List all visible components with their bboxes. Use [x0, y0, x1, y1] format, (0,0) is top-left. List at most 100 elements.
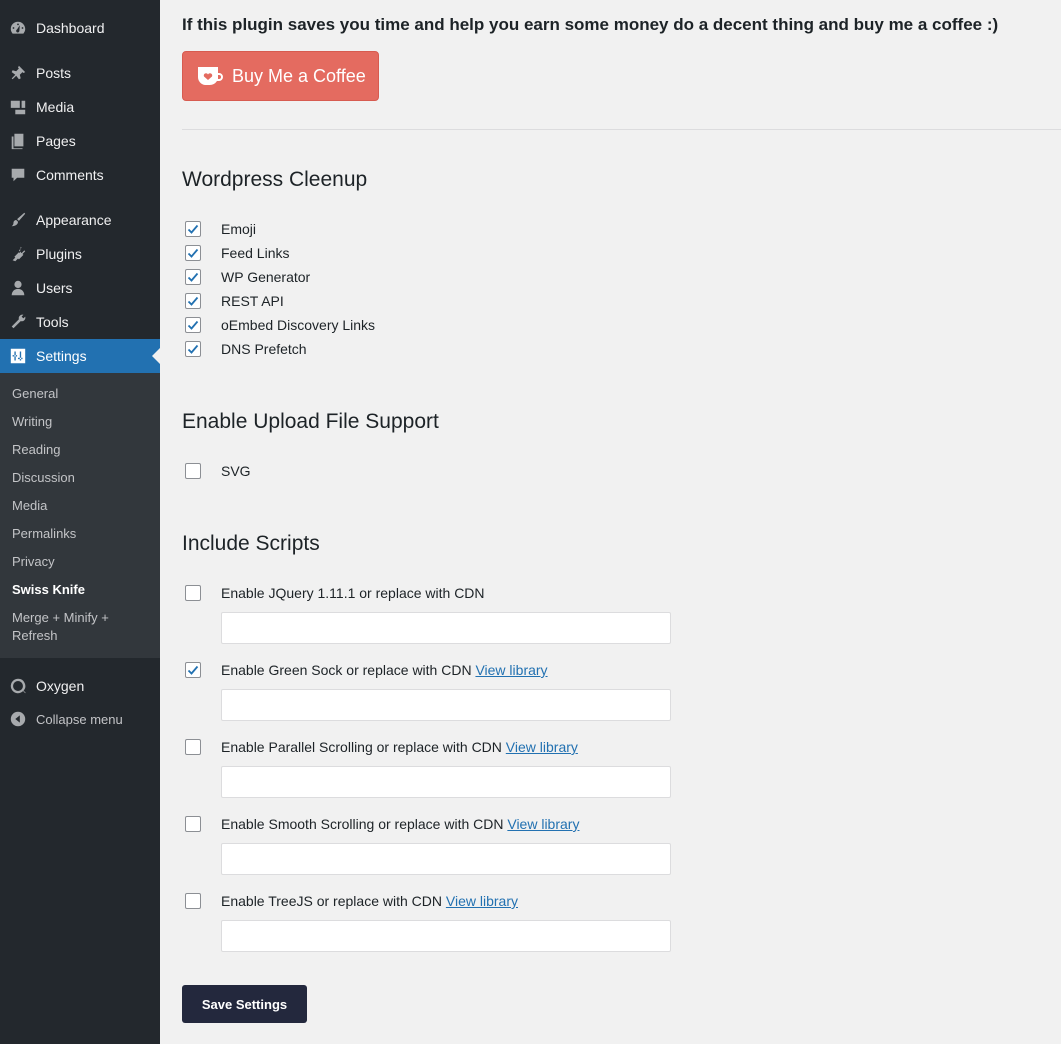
checkbox-row-script-3: Enable Smooth Scrolling or replace with …	[185, 814, 579, 834]
checkbox-dns-prefetch[interactable]	[185, 341, 201, 357]
checkbox-label: DNS Prefetch	[221, 341, 307, 357]
checkbox-row-dns-prefetch: DNS Prefetch	[185, 339, 307, 359]
cdn-url-input[interactable]	[221, 920, 671, 952]
checkbox-label: Enable Green Sock or replace with CDN Vi…	[221, 662, 548, 678]
menu-comments[interactable]: Comments	[0, 158, 160, 192]
menu-label: Tools	[36, 314, 69, 330]
wrench-icon	[8, 312, 28, 332]
menu-label: Users	[36, 280, 73, 296]
checkbox-label: Enable Smooth Scrolling or replace with …	[221, 816, 579, 832]
checkbox-svg[interactable]	[185, 463, 201, 479]
checkbox-emoji[interactable]	[185, 221, 201, 237]
view-library-link[interactable]: View library	[507, 816, 579, 832]
buy-me-a-coffee-button[interactable]: Buy Me a Coffee	[182, 51, 379, 101]
checkbox-row-wp-generator: WP Generator	[185, 267, 310, 287]
media-icon	[8, 97, 28, 117]
save-settings-button[interactable]: Save Settings	[182, 985, 307, 1023]
submenu-reading[interactable]: Reading	[12, 441, 152, 459]
view-library-link[interactable]: View library	[446, 893, 518, 909]
submenu-discussion[interactable]: Discussion	[12, 469, 152, 487]
view-library-link[interactable]: View library	[506, 739, 578, 755]
checkbox-wp-generator[interactable]	[185, 269, 201, 285]
checkbox-feed-links[interactable]	[185, 245, 201, 261]
oxygen-icon	[8, 676, 28, 696]
menu-appearance[interactable]: Appearance	[0, 203, 160, 237]
menu-posts[interactable]: Posts	[0, 56, 160, 90]
menu-tools[interactable]: Tools	[0, 305, 160, 339]
submenu-merge-minify[interactable]: Merge + Minify + Refresh	[12, 609, 152, 645]
menu-label: Media	[36, 99, 75, 115]
dashboard-icon	[8, 18, 28, 38]
section-title-scripts: Include Scripts	[182, 532, 320, 555]
cdn-url-input[interactable]	[221, 766, 671, 798]
label-text: Enable TreeJS or replace with CDN	[221, 893, 442, 909]
section-title-cleanup: Wordpress Cleenup	[182, 168, 368, 191]
checkbox-row-script-0: Enable JQuery 1.11.1 or replace with CDN	[185, 583, 485, 603]
main-content: If this plugin saves you time and help y…	[182, 0, 1061, 1044]
checkbox-rest-api[interactable]	[185, 293, 201, 309]
brush-icon	[8, 210, 28, 230]
menu-label: Oxygen	[36, 678, 85, 694]
submenu-swiss-knife[interactable]: Swiss Knife	[12, 581, 152, 599]
collapse-menu-button[interactable]: Collapse menu	[0, 702, 160, 736]
pin-icon	[8, 63, 28, 83]
checkbox-row-rest-api: REST API	[185, 291, 284, 311]
checkbox-script-4[interactable]	[185, 893, 201, 909]
submenu-general[interactable]: General	[12, 385, 152, 403]
checkbox-row-oembed-discovery-links: oEmbed Discovery Links	[185, 315, 375, 335]
menu-label: Posts	[36, 65, 72, 81]
checkbox-label: Emoji	[221, 221, 256, 237]
menu-settings[interactable]: Settings	[0, 339, 160, 373]
coffee-button-label: Buy Me a Coffee	[232, 65, 366, 86]
settings-icon	[8, 346, 28, 366]
checkbox-label: Enable TreeJS or replace with CDN View l…	[221, 893, 518, 909]
menu-label: Pages	[36, 133, 76, 149]
menu-media[interactable]: Media	[0, 90, 160, 124]
checkbox-label: REST API	[221, 293, 284, 309]
cdn-url-input[interactable]	[221, 689, 671, 721]
checkbox-row-script-1: Enable Green Sock or replace with CDN Vi…	[185, 660, 548, 680]
checkbox-label: oEmbed Discovery Links	[221, 317, 375, 333]
label-text: Enable Smooth Scrolling or replace with …	[221, 816, 504, 832]
menu-users[interactable]: Users	[0, 271, 160, 305]
collapse-arrow-icon	[8, 709, 28, 729]
checkbox-label: Enable Parallel Scrolling or replace wit…	[221, 739, 578, 755]
checkbox-script-0[interactable]	[185, 585, 201, 601]
menu-plugins[interactable]: Plugins	[0, 237, 160, 271]
checkbox-label: Enable JQuery 1.11.1 or replace with CDN	[221, 585, 485, 601]
menu-dashboard[interactable]: Dashboard	[0, 11, 160, 45]
checkbox-script-2[interactable]	[185, 739, 201, 755]
label-text: Enable JQuery 1.11.1 or replace with CDN	[221, 585, 485, 601]
divider	[182, 129, 1061, 130]
menu-label: Collapse menu	[36, 711, 123, 727]
label-text: oEmbed Discovery Links	[221, 317, 376, 333]
label-text: Emoji	[221, 221, 257, 237]
menu-label: Appearance	[36, 212, 112, 228]
cdn-url-input[interactable]	[221, 612, 671, 644]
checkbox-row-emoji: Emoji	[185, 219, 256, 239]
user-icon	[8, 278, 28, 298]
checkbox-oembed-discovery-links[interactable]	[185, 317, 201, 333]
checkbox-row-script-2: Enable Parallel Scrolling or replace wit…	[185, 737, 578, 757]
label-text: DNS Prefetch	[221, 341, 307, 357]
comment-icon	[8, 165, 28, 185]
cdn-url-input[interactable]	[221, 843, 671, 875]
checkbox-script-3[interactable]	[185, 816, 201, 832]
checkbox-script-1[interactable]	[185, 662, 201, 678]
label-text: Feed Links	[221, 245, 290, 261]
menu-oxygen[interactable]: Oxygen	[0, 669, 160, 703]
submenu-permalinks[interactable]: Permalinks	[12, 525, 152, 543]
label-text: Enable Green Sock or replace with CDN	[221, 662, 472, 678]
checkbox-row-feed-links: Feed Links	[185, 243, 289, 263]
submenu-media[interactable]: Media	[12, 497, 152, 515]
pages-icon	[8, 131, 28, 151]
menu-pages[interactable]: Pages	[0, 124, 160, 158]
admin-sidebar: Dashboard Posts Media Pages Comments App…	[0, 0, 160, 1044]
submenu-writing[interactable]: Writing	[12, 413, 152, 431]
view-library-link[interactable]: View library	[475, 662, 547, 678]
menu-label: Dashboard	[36, 20, 105, 36]
menu-label: Comments	[36, 167, 104, 183]
settings-submenu: General Writing Reading Discussion Media…	[0, 373, 160, 658]
coffee-cup-icon	[197, 67, 223, 86]
submenu-privacy[interactable]: Privacy	[12, 553, 152, 571]
